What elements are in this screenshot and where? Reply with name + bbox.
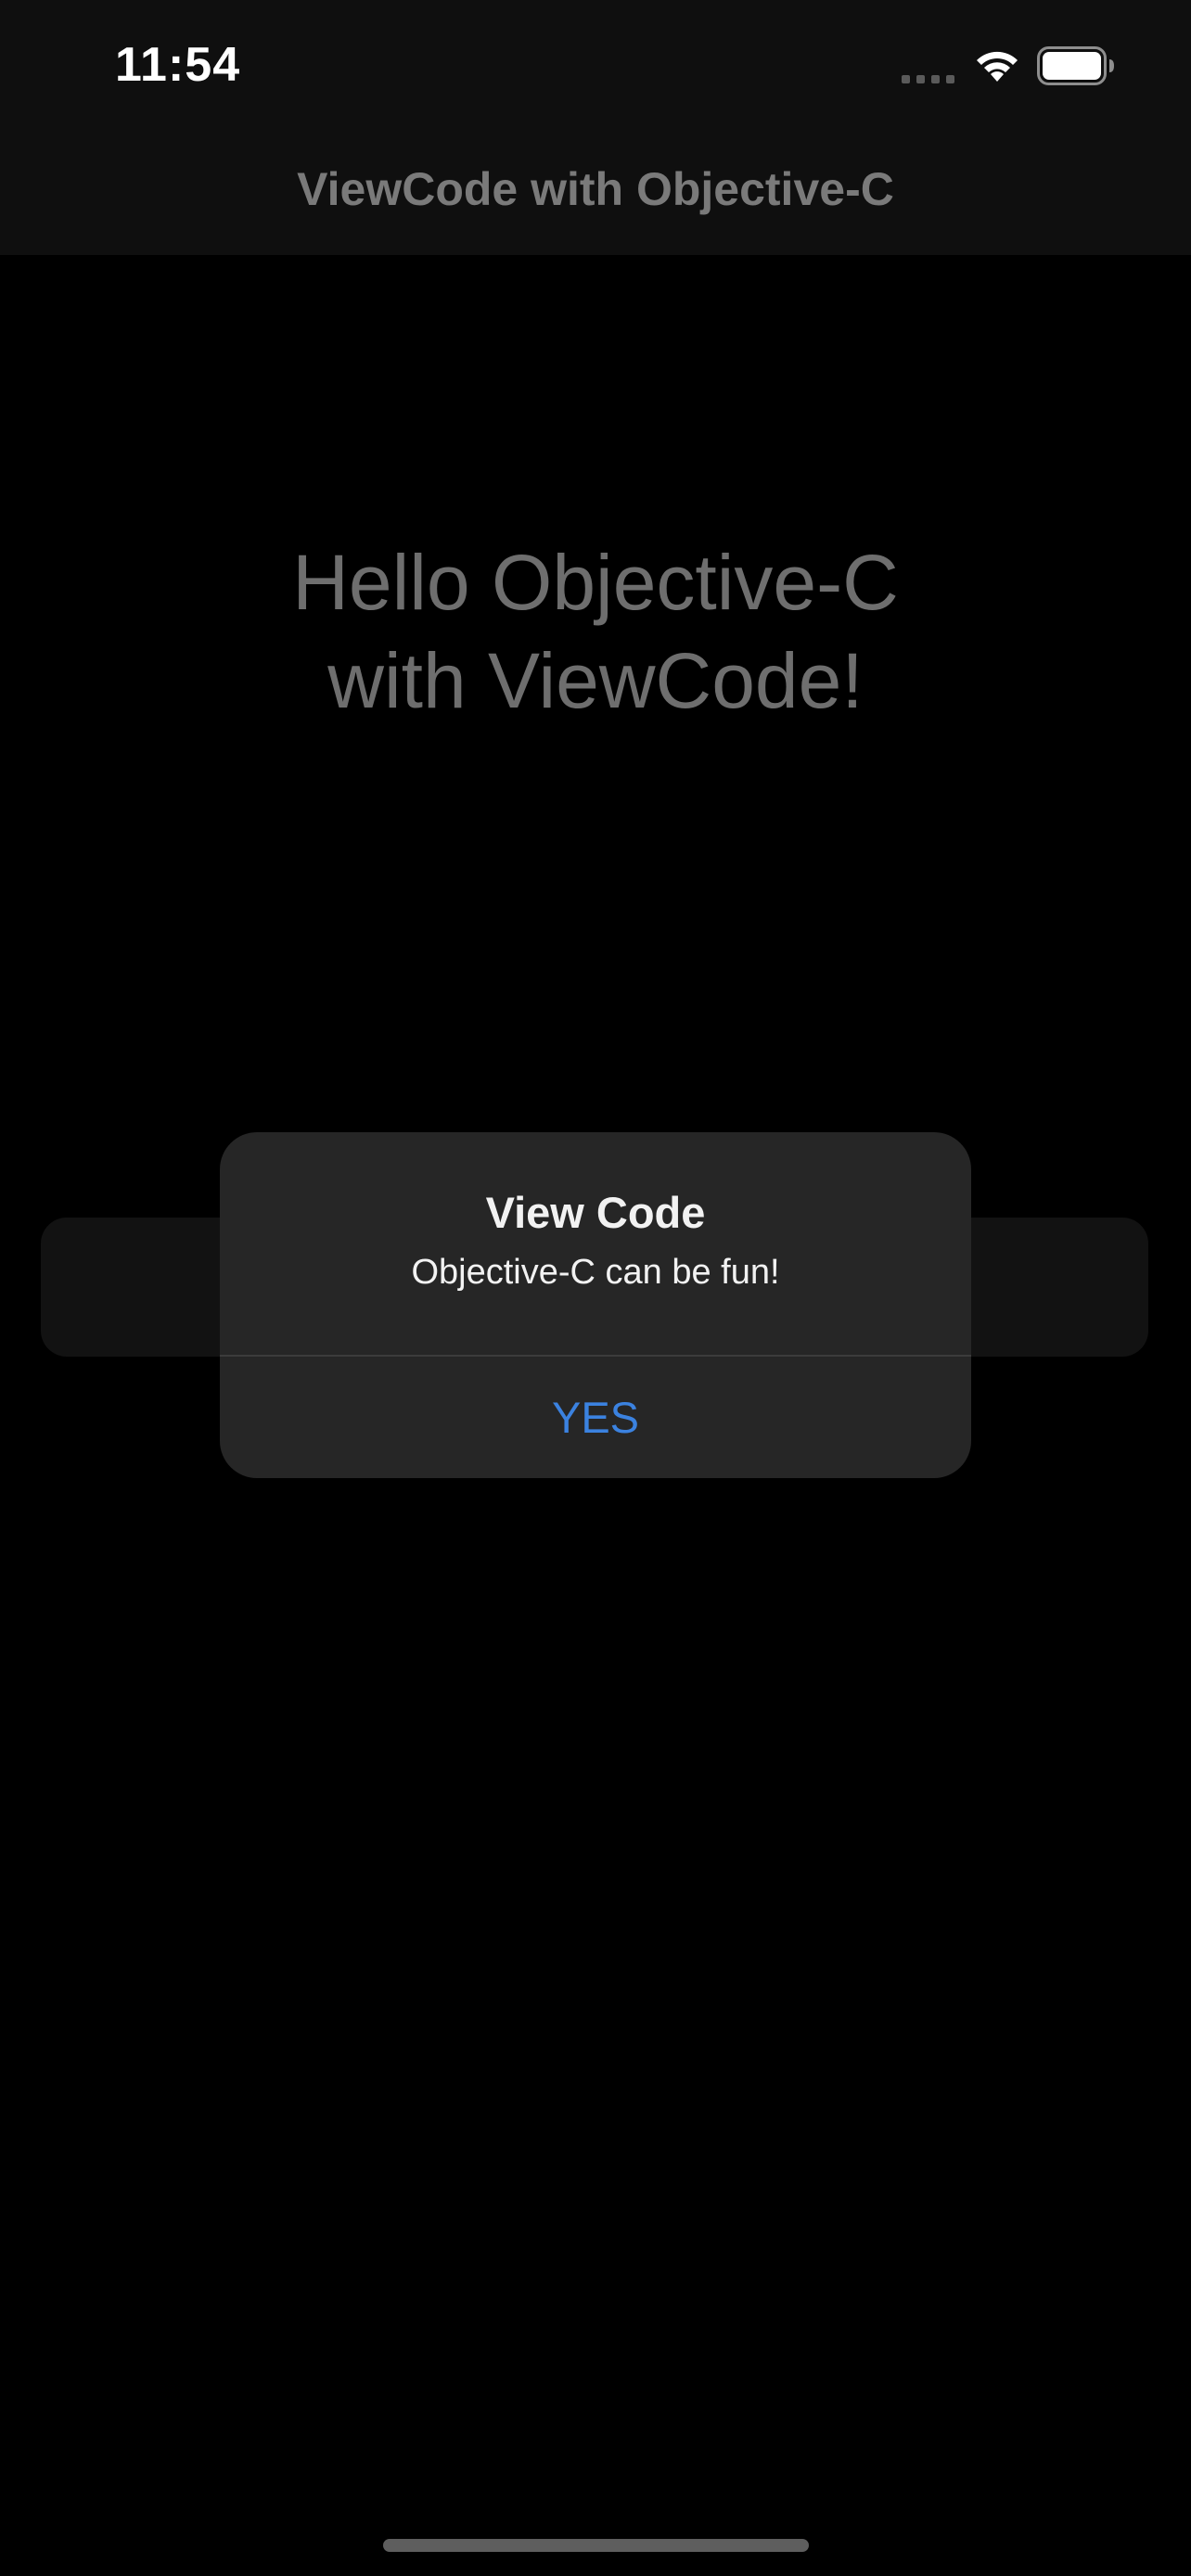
hero-text: Hello Objective-C with ViewCode! <box>0 533 1191 730</box>
alert-dialog: View Code Objective-C can be fun! YES <box>220 1132 971 1478</box>
battery-icon <box>1037 46 1114 85</box>
home-indicator[interactable] <box>383 2539 809 2552</box>
alert-message: Objective-C can be fun! <box>411 1253 780 1292</box>
hero-line-2: with ViewCode! <box>327 637 864 724</box>
alert-yes-button[interactable]: YES <box>220 1357 971 1478</box>
navigation-bar: ViewCode with Objective-C <box>0 134 1191 255</box>
nav-title: ViewCode with Objective-C <box>297 163 894 215</box>
alert-title: View Code <box>485 1188 706 1237</box>
cellular-signal-icon <box>902 75 954 83</box>
status-time: 11:54 <box>115 38 241 92</box>
hero-line-1: Hello Objective-C <box>292 539 899 626</box>
status-bar: 11:54 <box>0 0 1191 134</box>
wifi-icon <box>977 51 1018 82</box>
